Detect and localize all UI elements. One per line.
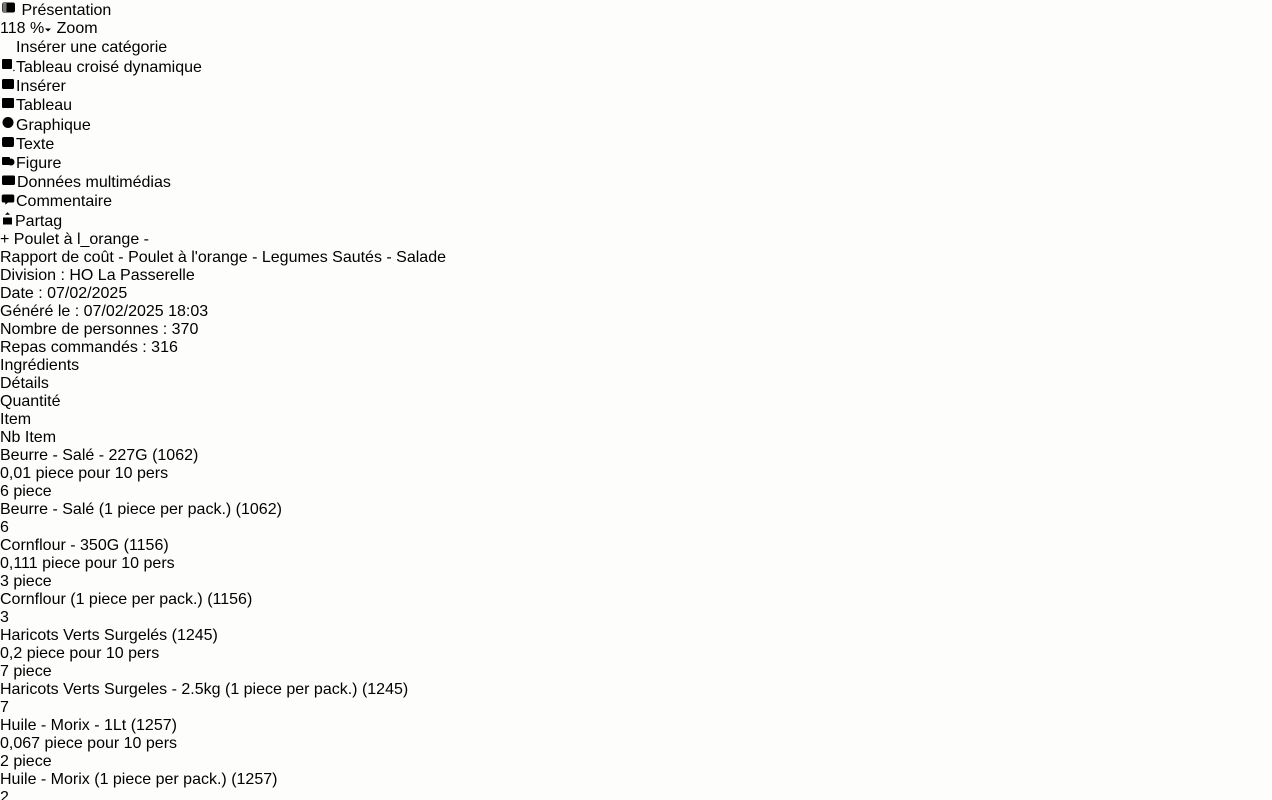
comment-icon [0, 193, 16, 210]
category-list-icon [0, 39, 16, 56]
insert-icon [0, 78, 16, 95]
text-icon [0, 136, 16, 153]
screenshot-root: Présentation 118 % Zoom Insérer une caté… [0, 0, 1272, 800]
add-sheet-button[interactable]: + [0, 231, 9, 248]
chart-icon [0, 117, 16, 134]
shape-icon [0, 155, 16, 172]
table-icon [0, 97, 16, 114]
media-icon [0, 174, 17, 191]
share-icon [0, 213, 15, 230]
orange-background [40, 8, 1272, 800]
pivot-table-icon [0, 59, 16, 76]
presentation-icon [0, 2, 21, 19]
